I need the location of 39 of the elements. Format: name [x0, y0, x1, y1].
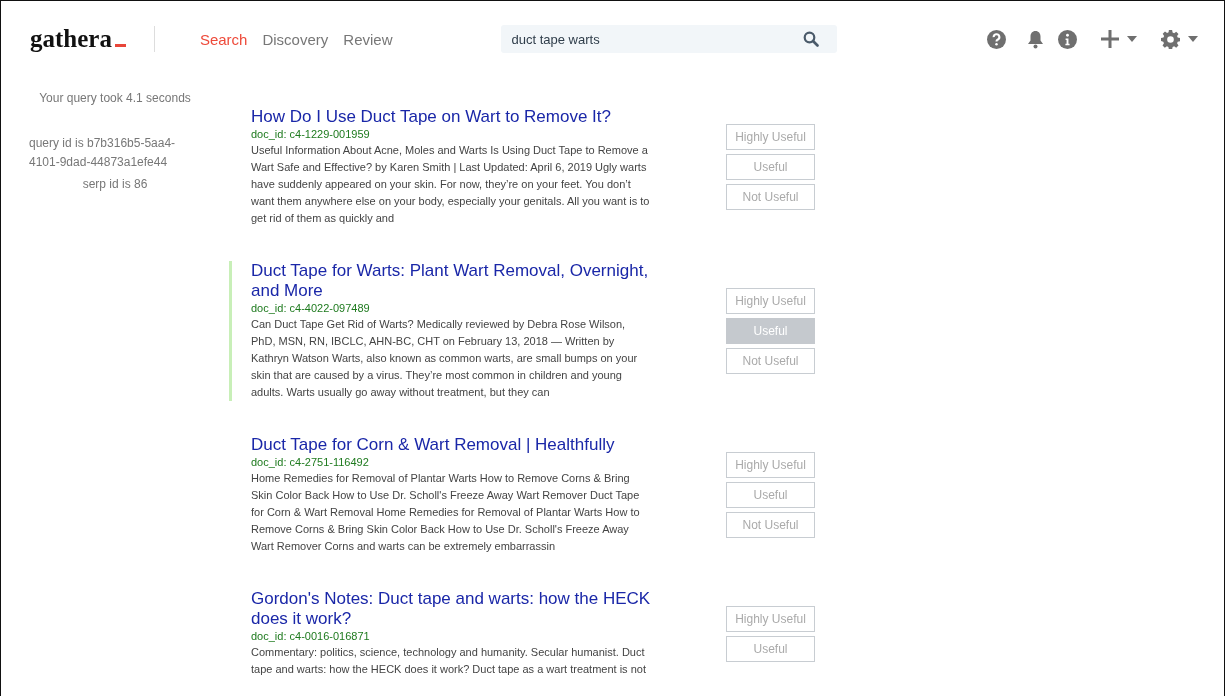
doc-id-text: doc_id: c4-0016-016871 [251, 629, 371, 643]
doc-id-text: doc_id: c4-4022-097489 [251, 301, 371, 315]
doc-id-text: doc_id: c4-1229-001959 [251, 127, 371, 141]
caret-icon[interactable] [1187, 36, 1198, 42]
rating-button[interactable]: Not Useful [726, 512, 815, 538]
rating-button[interactable]: Highly Useful [726, 124, 815, 150]
result-snippet: Can Duct Tape Get Rid of Warts? Medically reviewed by Debra Rose Wilson, PhD, MSN, RN, IBCLC, AHN-BC, CHT on February 13, 2018 — Written by Kathryn Watson Warts, also known as common warts, are small bumps on your skin that are caused by a virus. They’re most common in children and young adults. Warts usually go away without treatment, but they can [251, 317, 639, 400]
rating-button[interactable]: Useful [726, 482, 815, 508]
query-time-text: Your query took 4.1 seconds [38, 91, 192, 105]
result-title-link[interactable]: Duct Tape for Warts: Plant Wart Removal, Overnight, and More [251, 261, 651, 301]
result-snippet: Useful Information About Acne, Moles and Warts Is Using Duct Tape to Remove a Wart Safe and Effective? by Karen Smith | Last Updated: April 6, 2019 Ugly warts have suddenly appeared on your skin. For now, they’re on your feet. You don’t want them anywhere else on your body, especially your genitals. All you want is to get rid of them as quickly and [251, 143, 651, 226]
rating-button[interactable]: Useful [726, 154, 815, 180]
caret-icon[interactable] [1126, 36, 1137, 42]
help-icon[interactable] [986, 29, 1006, 49]
logo-cursor-icon [114, 44, 126, 47]
notification-bell-icon[interactable] [1026, 29, 1044, 49]
nav-tab[interactable]: Review [343, 30, 393, 48]
search-field[interactable]: duct tape warts [500, 25, 837, 53]
plus-icon[interactable] [1100, 30, 1119, 48]
rating-button[interactable]: Useful [726, 635, 815, 662]
result-title-link[interactable]: How Do I Use Duct Tape on Wart to Remove It? [251, 107, 651, 127]
rating-button[interactable]: Not Useful [726, 348, 815, 374]
rating-button[interactable]: Useful [726, 318, 815, 344]
rating-button[interactable]: Highly Useful [726, 605, 815, 632]
search-icon[interactable] [802, 31, 819, 47]
doc-id-text: doc_id: c4-2751-116492 [251, 455, 370, 469]
result-title-link[interactable]: Duct Tape for Corn & Wart Removal | Healthfully [251, 435, 651, 455]
result-snippet: Commentary: politics, science, technology and humanity. Secular humanist. Duct tape and warts: how the HECK does it work? Duct tape as a wart treatment is not [251, 645, 647, 677]
nav-tab[interactable]: Discovery [262, 30, 329, 48]
info-icon[interactable] [1057, 29, 1077, 49]
rating-button[interactable]: Not Useful [726, 184, 815, 210]
rating-button[interactable]: Highly Useful [726, 452, 815, 478]
result-title-link[interactable]: Gordon's Notes: Duct tape and warts: how the HECK does it work? [251, 589, 651, 629]
serp-id-text: serp id is 86 [81, 177, 149, 191]
result-snippet: Home Remedies for Removal of Plantar Warts How to Remove Corns & Bring Skin Color Back How to Use Dr. Scholl's Freeze Away Wart Remover Duct Tape for Corn & Wart Removal Home Remedies for Removal of Plantar Warts How to Remove Corns & Bring Skin Color Back How to Use Dr. Scholl's Freeze Away Wart Remover Corns and warts can be extremely embarrassin [251, 471, 641, 554]
rating-button[interactable]: Highly Useful [726, 288, 815, 314]
logo[interactable]: gathera [30, 25, 126, 53]
nav-tab[interactable]: Search [199, 30, 248, 48]
settings-icon[interactable] [1160, 29, 1180, 49]
